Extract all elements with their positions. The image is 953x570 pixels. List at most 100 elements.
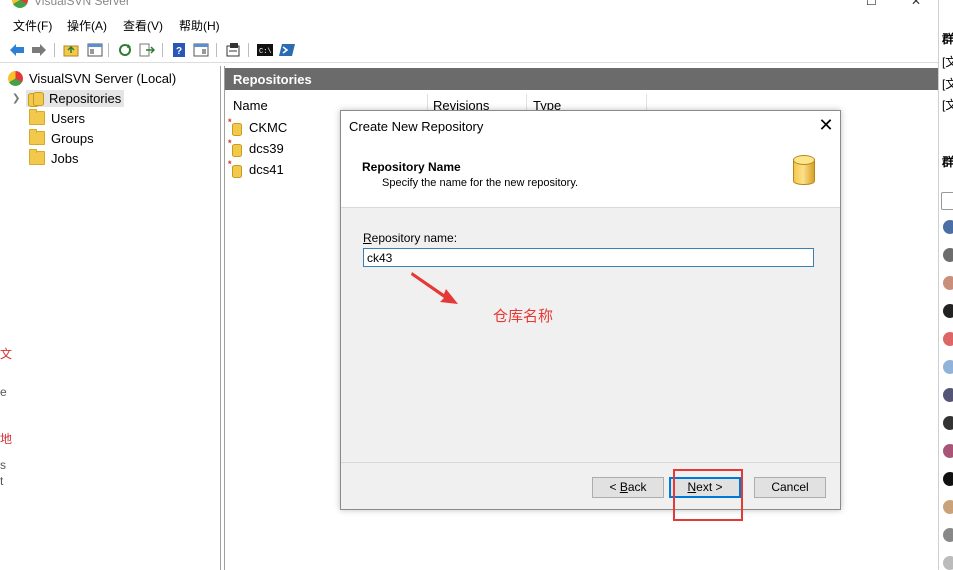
dialog-footer-divider — [341, 462, 840, 463]
step-title: Repository Name — [362, 160, 461, 174]
tree-root-label: VisualSVN Server (Local) — [29, 70, 177, 86]
back-arrow-icon[interactable] — [8, 41, 26, 59]
show-hide-tree-icon[interactable] — [86, 41, 104, 59]
window-title: VisualSVN Server — [34, 0, 130, 8]
folder-icon — [29, 149, 45, 165]
avatar[interactable] — [943, 220, 953, 234]
search-box[interactable] — [941, 192, 953, 210]
avatar[interactable] — [943, 276, 953, 290]
repository-name: CKMC — [249, 119, 288, 135]
properties-icon[interactable] — [224, 41, 242, 59]
maximize-icon[interactable]: ☐ — [866, 0, 877, 8]
tree-item-users[interactable]: Users — [29, 109, 85, 127]
close-window-icon[interactable]: ✕ — [911, 0, 921, 8]
menu-action[interactable]: 操作(A) — [67, 17, 107, 34]
annotation-text: 仓库名称 — [493, 308, 554, 325]
list-item[interactable]: * CKMC — [228, 117, 288, 136]
label-text: epository name: — [371, 231, 458, 245]
tree-item-label: Groups — [51, 130, 94, 146]
repository-name: dcs41 — [249, 161, 284, 177]
visualsvn-logo-icon — [12, 0, 28, 8]
tree-item-label: Users — [51, 110, 85, 126]
avatar[interactable] — [943, 332, 953, 346]
chat-window-edge: 群 [文 [文 [文 群 — [938, 0, 953, 570]
chat-line: [文 — [942, 77, 953, 91]
background-fragment: t — [0, 474, 4, 488]
navigation-tree: VisualSVN Server (Local) ❯ Repositories … — [4, 66, 221, 570]
tree-item-groups[interactable]: Groups — [29, 129, 94, 147]
avatar[interactable] — [943, 248, 953, 262]
background-fragment: 文 — [0, 347, 13, 361]
up-folder-icon[interactable] — [62, 41, 80, 59]
annotation-highlight-box — [673, 469, 743, 521]
avatar[interactable] — [943, 500, 953, 514]
refresh-icon[interactable] — [116, 41, 134, 59]
annotation-arrow — [411, 272, 458, 304]
back-button[interactable]: < Back — [592, 477, 664, 498]
powershell-icon[interactable] — [278, 41, 296, 59]
cancel-button[interactable]: Cancel — [754, 477, 826, 498]
chat-line: [文 — [942, 98, 953, 112]
repository-icon: * — [228, 159, 242, 178]
background-fragment: 地 — [0, 432, 13, 446]
column-header-name[interactable]: Name — [233, 98, 268, 113]
visualsvn-server-icon — [8, 70, 23, 86]
svg-text:?: ? — [176, 46, 182, 57]
repository-icon: * — [228, 138, 242, 157]
svg-text:C:\: C:\ — [259, 48, 272, 56]
list-item[interactable]: * dcs41 — [228, 159, 284, 178]
chat-line: [文 — [942, 55, 953, 69]
list-item[interactable]: * dcs39 — [228, 138, 284, 157]
menu-help[interactable]: 帮助(H) — [179, 17, 220, 34]
folder-icon — [29, 109, 45, 125]
tree-item-label: Repositories — [49, 90, 122, 106]
avatar[interactable] — [943, 416, 953, 430]
expand-chevron-icon[interactable]: ❯ — [12, 93, 22, 104]
pane-header: Repositories — [225, 68, 939, 90]
repository-name: dcs39 — [249, 140, 284, 156]
repository-name-input[interactable] — [363, 248, 814, 267]
database-icon — [793, 155, 815, 185]
avatar[interactable] — [943, 444, 953, 458]
menu-bar: 文件(F) 操作(A) 查看(V) 帮助(H) — [0, 14, 938, 36]
close-icon[interactable]: ✕ — [817, 116, 835, 134]
toolbar: ? C:\ — [0, 38, 938, 63]
step-subtitle: Specify the name for the new repository. — [382, 177, 579, 189]
chat-group-label: 群 — [942, 32, 953, 46]
label-accelerator: R — [363, 231, 372, 245]
pane-header-title: Repositories — [233, 72, 312, 87]
avatar[interactable] — [943, 388, 953, 402]
avatar[interactable] — [943, 556, 953, 570]
repository-name-label: Repository name: — [363, 231, 457, 245]
menu-view[interactable]: 查看(V) — [123, 17, 163, 34]
tree-item-label: Jobs — [51, 150, 79, 166]
back-rest: ack — [627, 480, 647, 494]
command-prompt-icon[interactable]: C:\ — [256, 41, 274, 59]
avatar[interactable] — [943, 360, 953, 374]
tree-root[interactable]: VisualSVN Server (Local) — [8, 69, 176, 87]
window-titlebar: VisualSVN Server ☐ ✕ — [0, 0, 938, 10]
create-repository-dialog: Create New Repository ✕ Repository Name … — [340, 110, 841, 510]
dialog-titlebar: Create New Repository ✕ — [341, 111, 840, 141]
help-icon[interactable]: ? — [170, 41, 188, 59]
repositories-icon — [28, 91, 44, 107]
background-fragment: e — [0, 385, 7, 399]
dialog-title: Create New Repository — [349, 119, 484, 134]
repository-icon: * — [228, 117, 242, 136]
tree-item-selected-highlight: Repositories — [26, 89, 125, 107]
tree-item-repositories[interactable]: ❯ Repositories — [12, 89, 125, 107]
back-accelerator: B — [619, 480, 628, 494]
properties-panel-icon[interactable] — [192, 41, 210, 59]
avatar[interactable] — [943, 528, 953, 542]
menu-file[interactable]: 文件(F) — [13, 17, 52, 34]
back-prefix: < — [609, 480, 620, 494]
forward-arrow-icon[interactable] — [30, 41, 48, 59]
avatar[interactable] — [943, 304, 953, 318]
export-list-icon[interactable] — [138, 41, 156, 59]
background-fragment: s — [0, 458, 6, 472]
dialog-header: Repository Name Specify the name for the… — [341, 141, 840, 208]
chat-group-label: 群 — [942, 155, 953, 169]
folder-icon — [29, 129, 45, 145]
avatar[interactable] — [943, 472, 953, 486]
tree-item-jobs[interactable]: Jobs — [29, 149, 78, 167]
